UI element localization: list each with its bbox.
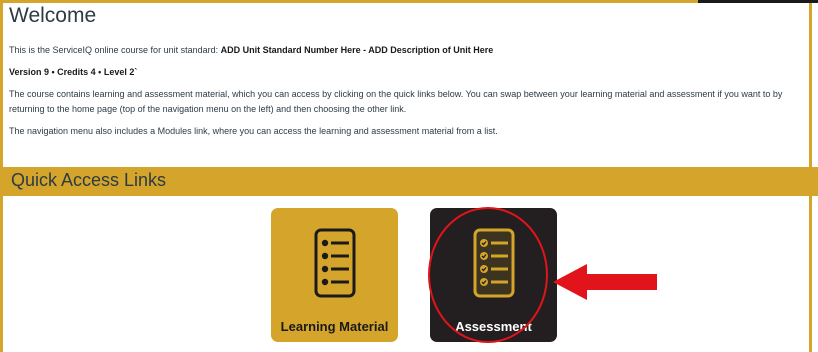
assessment-tile[interactable]: Assessment bbox=[430, 208, 557, 342]
list-icon bbox=[314, 228, 356, 298]
course-description: The course contains learning and assessm… bbox=[9, 89, 783, 114]
quick-access-heading: Quick Access Links bbox=[11, 170, 167, 190]
intro-text: This is the ServiceIQ online course for … bbox=[9, 43, 804, 58]
unit-standard-text: ADD Unit Standard Number Here - ADD Desc… bbox=[220, 45, 494, 55]
version-line: Version 9 • Credits 4 • Level 2` bbox=[9, 65, 804, 80]
page-title: Welcome bbox=[9, 4, 97, 27]
pointer-arrow-icon bbox=[553, 264, 657, 300]
navigation-description: The navigation menu also includes a Modu… bbox=[9, 126, 498, 136]
assessment-label: Assessment bbox=[455, 319, 532, 334]
learning-material-tile[interactable]: Learning Material bbox=[271, 208, 398, 342]
version-text: Version 9 • Credits 4 • Level 2` bbox=[9, 67, 138, 77]
intro-prefix: This is the ServiceIQ online course for … bbox=[9, 45, 221, 55]
top-edge-line bbox=[698, 0, 818, 3]
learning-material-label: Learning Material bbox=[280, 319, 389, 334]
checklist-icon bbox=[473, 228, 515, 298]
quick-access-banner: Quick Access Links bbox=[3, 167, 818, 196]
